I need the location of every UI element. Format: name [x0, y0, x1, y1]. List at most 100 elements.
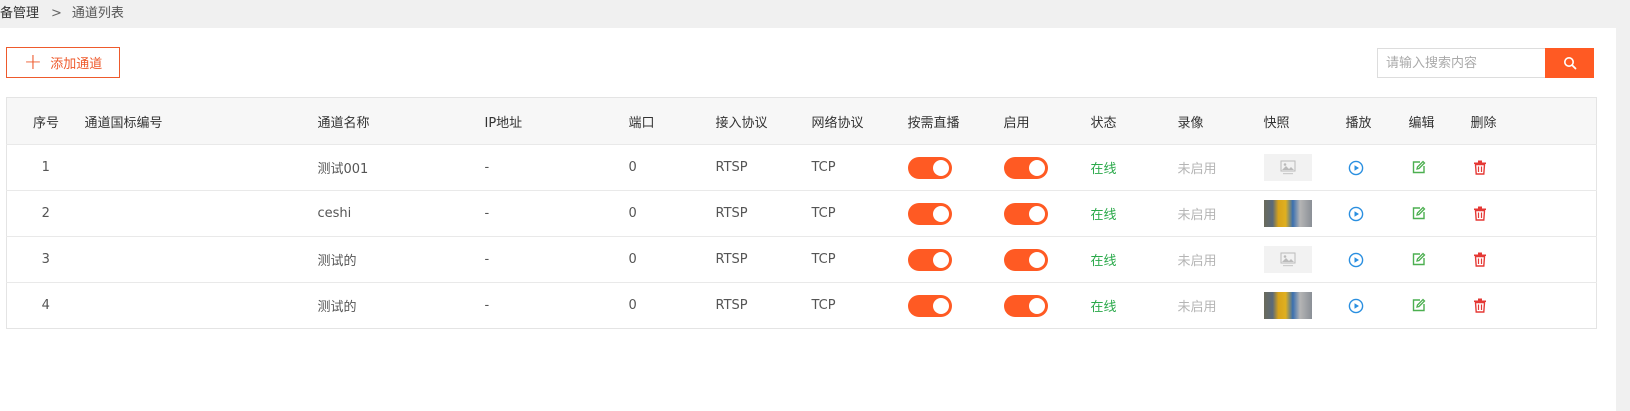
- header-col-snapshot: 快照: [1263, 115, 1290, 131]
- header-col-port: 端口: [628, 115, 655, 131]
- recording-status: 未启用: [1177, 300, 1217, 315]
- cell-snapshot: [1263, 191, 1346, 237]
- search-button[interactable]: [1545, 48, 1594, 78]
- breadcrumb-parent[interactable]: 备管理: [0, 6, 39, 21]
- cell-ip: -: [484, 252, 490, 267]
- cell-gb-code: [85, 191, 318, 237]
- on-demand-toggle[interactable]: [907, 156, 952, 179]
- header-col-status: 状态: [1090, 115, 1117, 131]
- cell-ip: -: [484, 206, 490, 221]
- cell-port: 0: [628, 160, 637, 175]
- edit-button[interactable]: [1411, 160, 1426, 175]
- toggle-knob: [932, 205, 949, 222]
- main-panel: + 添加通道 序号 通道国标编号 通道名称 IP地址 端口 接入协议 网络协议 按需直播 启用 状…: [0, 28, 1616, 411]
- search-input[interactable]: [1377, 48, 1545, 78]
- cell-gb-code: [85, 283, 318, 329]
- play-button[interactable]: [1348, 252, 1364, 268]
- cell-port: 0: [628, 252, 637, 267]
- cell-gb-code: [85, 237, 318, 283]
- header-col-name: 通道名称: [317, 115, 370, 131]
- header-col-gb-code: 通道国标编号: [84, 115, 163, 131]
- snapshot-thumbnail[interactable]: [1263, 154, 1312, 181]
- edit-button[interactable]: [1411, 252, 1426, 267]
- edit-icon: [1412, 298, 1425, 312]
- cell-delete: [1471, 145, 1597, 191]
- enabled-toggle[interactable]: [1003, 156, 1048, 179]
- toggle-knob: [1028, 159, 1045, 176]
- header-col-network: 网络协议: [811, 115, 864, 131]
- snapshot-thumbnail[interactable]: [1263, 246, 1312, 273]
- cell-ip: -: [484, 298, 490, 313]
- play-button[interactable]: [1348, 206, 1364, 222]
- cell-snapshot: [1263, 237, 1346, 283]
- table-row: 3 测试的 - 0 RTSP TCP 在线 未启用: [6, 236, 1597, 283]
- table-row: 4 测试的 - 0 RTSP TCP 在线 未启用: [6, 282, 1597, 329]
- trash-icon: [1473, 206, 1486, 221]
- table-row: 1 测试001 - 0 RTSP TCP 在线 未启用: [6, 144, 1597, 191]
- cell-port: 0: [628, 206, 637, 221]
- cell-index: 1: [41, 160, 50, 175]
- play-icon: [1348, 298, 1363, 313]
- toggle-knob: [1028, 251, 1045, 268]
- recording-status: 未启用: [1177, 208, 1217, 223]
- header-col-play: 播放: [1345, 115, 1372, 131]
- breadcrumb-separator: >: [51, 6, 62, 21]
- cell-name: 测试001: [317, 162, 369, 177]
- status-text: 在线: [1090, 208, 1117, 223]
- cell-index: 2: [41, 206, 50, 221]
- breadcrumb-current: 通道列表: [71, 6, 124, 21]
- toggle-knob: [1028, 205, 1045, 222]
- play-button[interactable]: [1348, 298, 1364, 314]
- cell-enabled: [1003, 283, 1091, 329]
- delete-button[interactable]: [1473, 206, 1487, 221]
- enabled-toggle[interactable]: [1003, 248, 1048, 271]
- delete-button[interactable]: [1473, 160, 1487, 175]
- trash-icon: [1473, 298, 1486, 313]
- on-demand-toggle[interactable]: [907, 248, 952, 271]
- edit-icon: [1412, 252, 1425, 266]
- edit-button[interactable]: [1411, 206, 1426, 221]
- delete-button[interactable]: [1473, 298, 1487, 313]
- cell-name: 测试的: [317, 254, 357, 269]
- header-col-on-demand: 按需直播: [907, 115, 960, 131]
- cell-snapshot: [1263, 283, 1346, 329]
- cell-protocol: RTSP: [715, 252, 748, 267]
- snapshot-thumbnail[interactable]: [1263, 200, 1312, 227]
- snapshot-thumbnail[interactable]: [1263, 292, 1312, 319]
- cell-delete: [1471, 237, 1597, 283]
- table-row: 2 ceshi - 0 RTSP TCP 在线 未启用: [6, 190, 1597, 237]
- cell-index: 3: [41, 252, 50, 267]
- cell-delete: [1471, 191, 1597, 237]
- header-col-edit: 编辑: [1408, 115, 1435, 131]
- toggle-knob: [932, 159, 949, 176]
- edit-button[interactable]: [1411, 298, 1426, 313]
- on-demand-toggle[interactable]: [907, 294, 952, 317]
- play-button[interactable]: [1348, 160, 1364, 176]
- table-body: 1 测试001-0 RTSP TCP 在线 未启用 2 ceshi -0 RTSP TCP 在线 未启用…: [6, 144, 1597, 329]
- enabled-toggle[interactable]: [1003, 202, 1048, 225]
- cell-network: TCP: [811, 206, 836, 221]
- header-col-enabled: 启用: [1003, 115, 1030, 131]
- edit-icon: [1412, 160, 1425, 174]
- enabled-toggle[interactable]: [1003, 294, 1048, 317]
- cell-name: 测试的: [317, 300, 357, 315]
- cell-ip: -: [484, 160, 490, 175]
- add-channel-button[interactable]: + 添加通道: [6, 47, 120, 78]
- table-header-row: 序号 通道国标编号 通道名称 IP地址 端口 接入协议 网络协议 按需直播 启用 状态 录像 快照 播放…: [6, 97, 1597, 145]
- recording-status: 未启用: [1177, 254, 1217, 269]
- plus-icon: +: [23, 49, 43, 75]
- toggle-knob: [1028, 297, 1045, 314]
- cell-network: TCP: [811, 252, 836, 267]
- on-demand-toggle[interactable]: [907, 202, 952, 225]
- cell-edit: [1409, 237, 1471, 283]
- delete-button[interactable]: [1473, 252, 1487, 267]
- cell-on-demand: [907, 283, 1004, 329]
- status-text: 在线: [1090, 254, 1117, 269]
- cell-play: [1346, 237, 1409, 283]
- cell-enabled: [1003, 191, 1091, 237]
- status-text: 在线: [1090, 162, 1117, 177]
- channel-table: 序号 通道国标编号 通道名称 IP地址 端口 接入协议 网络协议 按需直播 启用 状态 录像 快照 播放…: [6, 97, 1597, 329]
- cell-edit: [1409, 145, 1471, 191]
- header-col-ip: IP地址: [484, 115, 523, 131]
- cell-on-demand: [907, 237, 1004, 283]
